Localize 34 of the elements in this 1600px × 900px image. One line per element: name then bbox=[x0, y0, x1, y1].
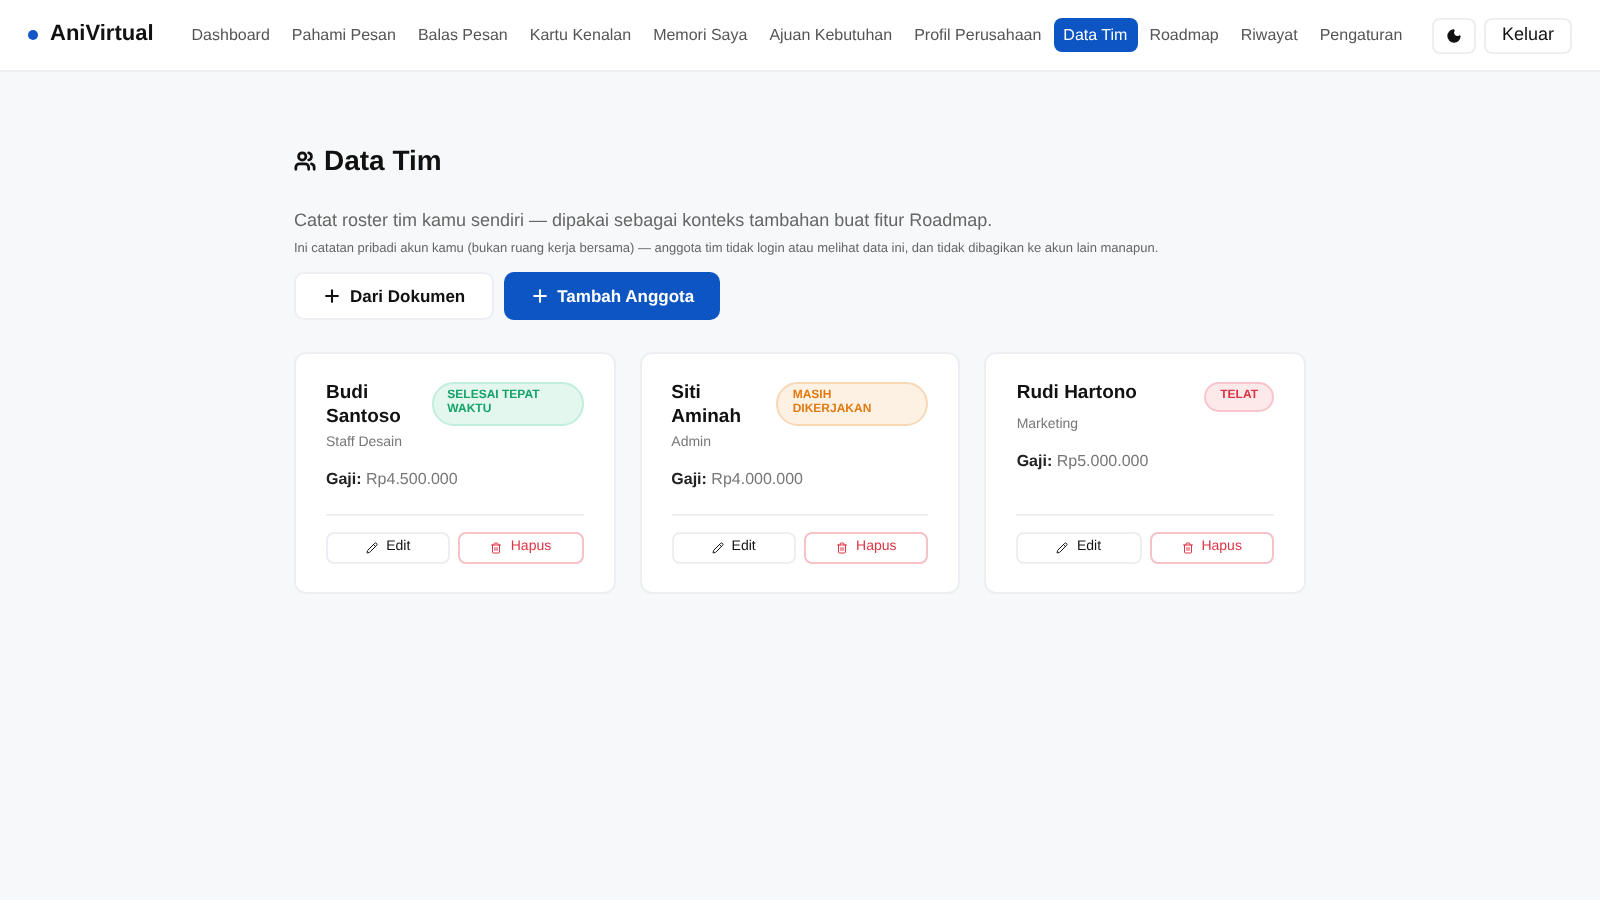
nav-tab[interactable]: Pahami Pesan bbox=[281, 18, 406, 52]
add-member-button[interactable]: Tambah Anggota bbox=[503, 272, 721, 321]
nav-tab[interactable]: Kartu Kenalan bbox=[519, 18, 642, 52]
trash-icon bbox=[836, 542, 849, 555]
member-name: Rudi Hartono bbox=[1016, 382, 1139, 407]
member-salary: Gaji: Rp4.500.000 bbox=[326, 467, 460, 492]
nav-tab[interactable]: Roadmap bbox=[1139, 18, 1229, 52]
from-document-button[interactable]: Dari Dokumen bbox=[294, 272, 494, 321]
users-icon bbox=[294, 150, 316, 172]
moon-icon bbox=[1445, 27, 1462, 43]
nav-tab[interactable]: Data Tim bbox=[1053, 18, 1138, 52]
plus-icon bbox=[529, 286, 550, 307]
nav-tab[interactable]: Pengaturan bbox=[1309, 18, 1413, 52]
member-name: Siti Aminah bbox=[671, 382, 743, 431]
member-salary: Gaji: Rp4.000.000 bbox=[671, 467, 805, 492]
logout-button[interactable]: Keluar bbox=[1483, 17, 1572, 53]
nav-tab[interactable]: Memori Saya bbox=[643, 18, 758, 52]
nav-tab[interactable]: Balas Pesan bbox=[407, 18, 518, 52]
pencil-icon bbox=[1056, 542, 1069, 555]
pencil-icon bbox=[711, 542, 724, 555]
member-salary: Gaji: Rp5.000.000 bbox=[1016, 449, 1151, 474]
pencil-icon bbox=[366, 542, 379, 555]
nav-tab[interactable]: Riwayat bbox=[1230, 18, 1308, 52]
nav-tab[interactable]: Profil Perusahaan bbox=[904, 18, 1052, 52]
theme-toggle-button[interactable] bbox=[1431, 17, 1476, 53]
plus-icon bbox=[322, 286, 342, 307]
member-name: Budi Santoso bbox=[326, 382, 403, 431]
nav-tab[interactable]: Ajuan Kebutuhan bbox=[759, 18, 903, 52]
trash-icon bbox=[490, 542, 503, 555]
page-description: Catat roster tim kamu sendiri — dipakai sebagai konteks tambahan buat fitur Roadmap. bbox=[294, 208, 995, 234]
trash-icon bbox=[1181, 542, 1194, 555]
nav-tab[interactable]: Dashboard bbox=[181, 18, 280, 52]
brand-name: AniVirtual bbox=[50, 20, 154, 51]
page-title: Data Tim bbox=[324, 142, 442, 180]
